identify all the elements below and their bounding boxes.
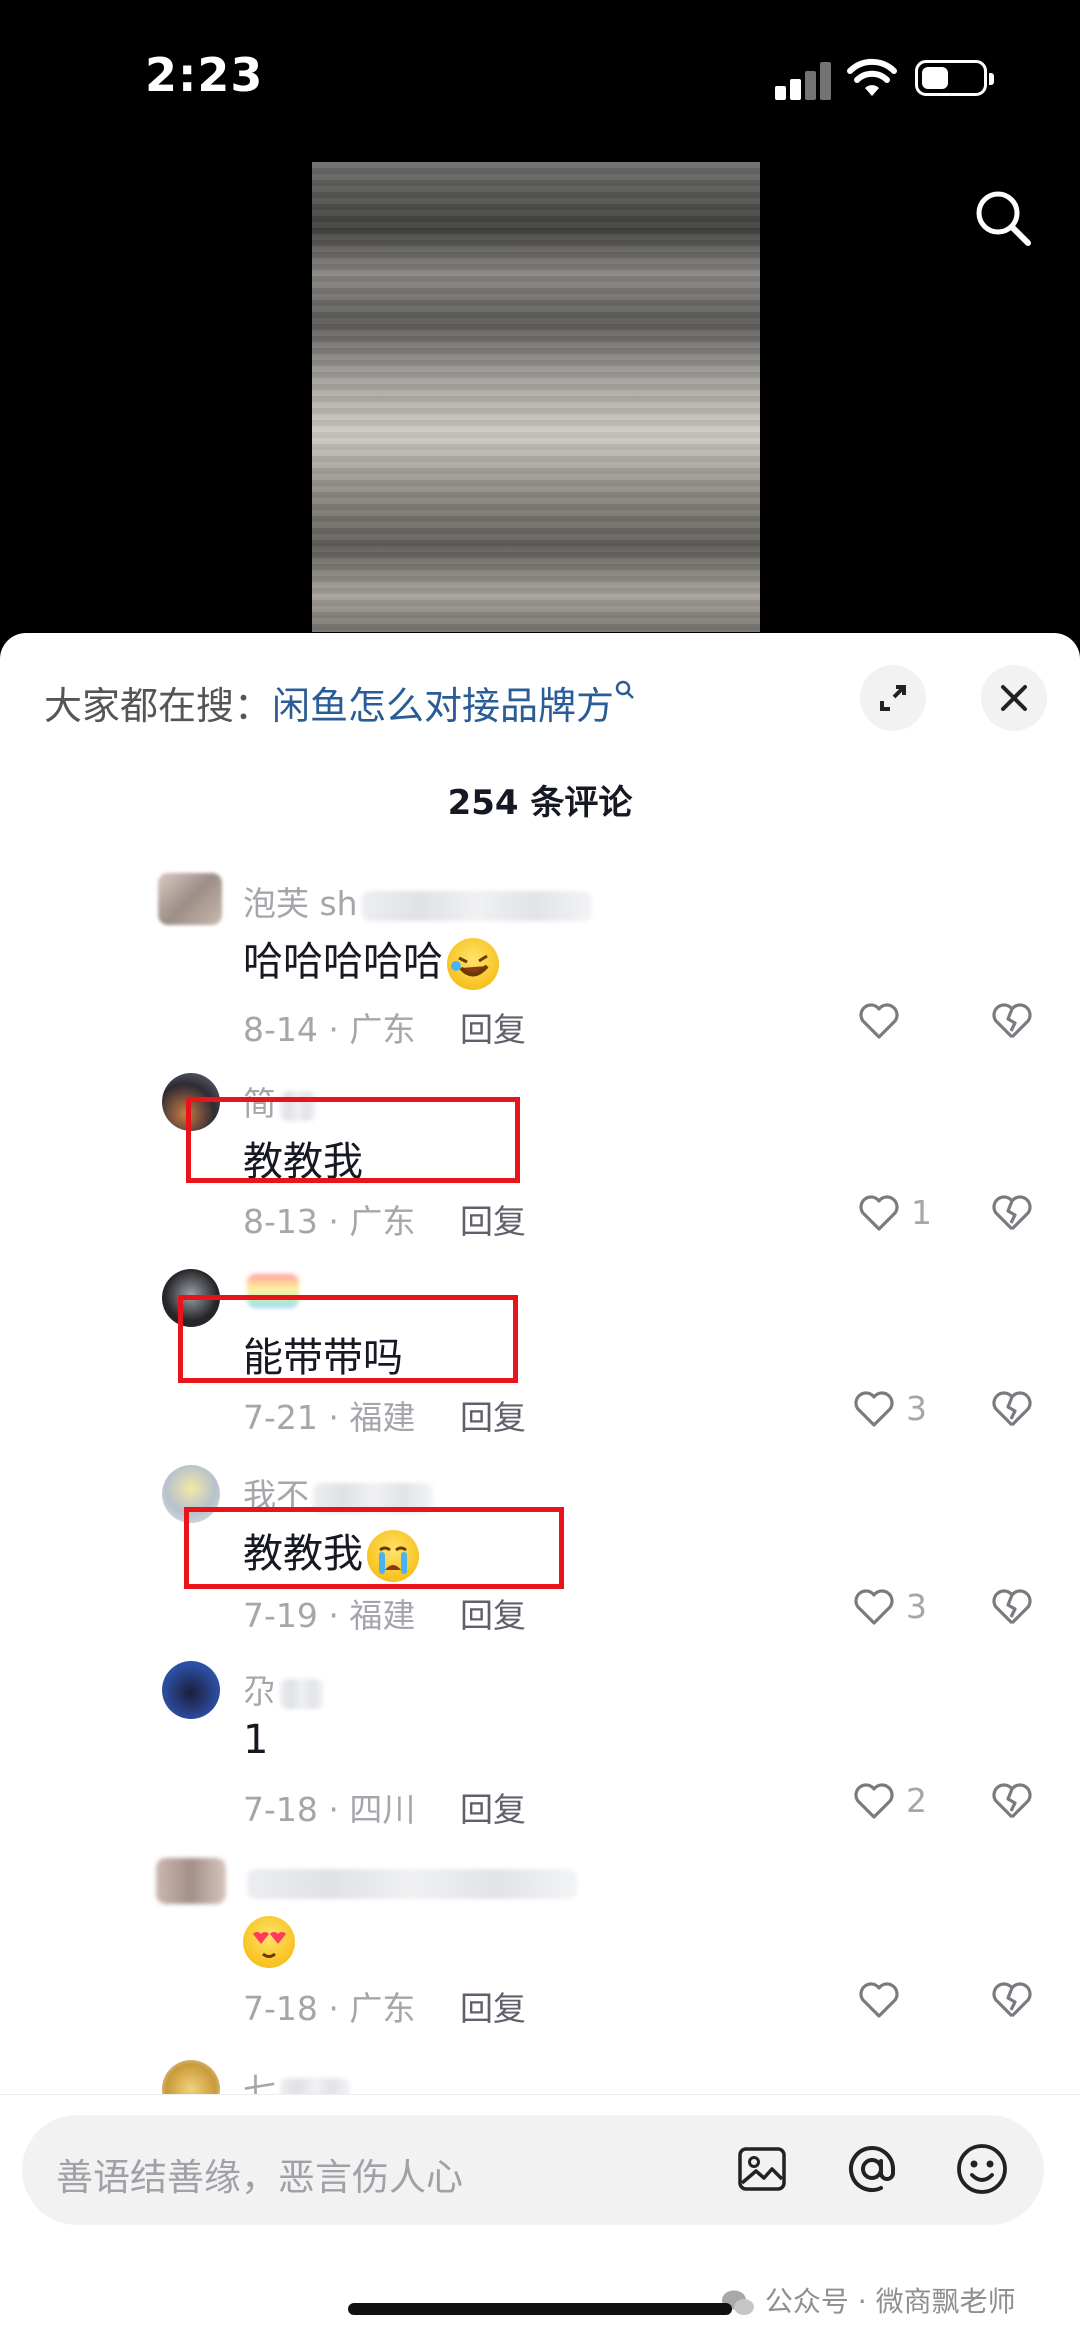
- expand-icon: [880, 685, 906, 711]
- comment-meta: 7-18 · 四川: [243, 1790, 416, 1829]
- comment-count: 254 条评论: [447, 783, 633, 823]
- status-time: 2:23: [145, 48, 264, 102]
- heart-icon: [859, 1003, 899, 1039]
- highlight-box: [178, 1295, 518, 1383]
- watermark-text: 公众号 · 微商飘老师: [764, 2285, 1016, 2318]
- like-button[interactable]: 2: [850, 1777, 960, 1827]
- suggestion-query[interactable]: 闲鱼怎么对接品牌方: [272, 684, 614, 728]
- video-frame-blurred[interactable]: [312, 162, 760, 632]
- comment-username[interactable]: 尕: [243, 1665, 324, 1713]
- heart-icon: [854, 1391, 894, 1427]
- comment-username[interactable]: 泡芙 sh: [243, 877, 592, 925]
- comment-text: 哈哈哈哈哈: [243, 929, 499, 990]
- broken-heart-icon[interactable]: [988, 1189, 1036, 1237]
- rofl-emoji-icon: [447, 938, 499, 990]
- reply-button[interactable]: 回复: [460, 1003, 526, 1051]
- like-count: 1: [911, 1193, 932, 1232]
- reply-button[interactable]: 回复: [460, 1195, 526, 1243]
- wifi-icon: [847, 58, 897, 96]
- avatar[interactable]: [156, 1858, 226, 1904]
- highlight-box: [186, 1097, 520, 1183]
- like-count: 2: [906, 1781, 927, 1820]
- heart-icon: [854, 1589, 894, 1625]
- like-count: 3: [906, 1389, 927, 1428]
- suggestion-prefix: 大家都在搜：: [44, 684, 273, 728]
- comment-meta: 7-18 · 广东: [243, 1989, 416, 2028]
- avatar[interactable]: [158, 873, 222, 925]
- like-button[interactable]: 3: [850, 1385, 960, 1435]
- battery-icon: [915, 60, 994, 96]
- broken-heart-icon[interactable]: [988, 1777, 1036, 1825]
- close-button[interactable]: [981, 665, 1047, 731]
- emoji-icon[interactable]: [954, 2141, 1010, 2197]
- comment-sheet: 大家都在搜：闲鱼怎么对接品牌方 254 条评论 泡芙 sh 哈哈哈哈哈 8-14…: [0, 633, 1080, 2341]
- heart-eyes-emoji-icon: [243, 1916, 295, 1968]
- reply-button[interactable]: 回复: [460, 1783, 526, 1831]
- broken-heart-icon[interactable]: [988, 1385, 1036, 1433]
- image-icon[interactable]: [734, 2141, 790, 2197]
- watermark: 公众号 · 微商飘老师: [720, 2280, 1016, 2320]
- highlight-box: [184, 1507, 564, 1589]
- comment-meta: 8-13 · 广东: [243, 1202, 416, 1241]
- avatar[interactable]: [162, 1661, 220, 1719]
- reply-button[interactable]: 回复: [460, 1982, 526, 2030]
- heart-icon: [859, 1982, 899, 2018]
- close-icon: [1001, 685, 1027, 711]
- broken-heart-icon[interactable]: [988, 997, 1036, 1045]
- like-count: 3: [906, 1587, 927, 1626]
- comment-meta: 7-21 · 福建: [243, 1398, 416, 1437]
- comment-meta: 7-19 · 福建: [243, 1596, 416, 1635]
- comment-input[interactable]: 善语结善缘，恶言伤人心: [22, 2115, 1044, 2225]
- cellular-signal-icon: [775, 60, 833, 100]
- at-icon[interactable]: [844, 2141, 900, 2197]
- heart-icon: [854, 1783, 894, 1819]
- like-button[interactable]: 3: [850, 1583, 960, 1633]
- reply-button[interactable]: 回复: [460, 1391, 526, 1439]
- small-search-icon: [615, 680, 634, 699]
- input-placeholder: 善语结善缘，恶言伤人心: [56, 2156, 463, 2199]
- expand-button[interactable]: [860, 665, 926, 731]
- comment-username[interactable]: [243, 1862, 577, 1901]
- search-icon[interactable]: [970, 185, 1036, 251]
- search-suggestion[interactable]: 大家都在搜：闲鱼怎么对接品牌方: [44, 675, 636, 730]
- comment-text: 1: [243, 1717, 269, 1763]
- home-indicator[interactable]: [348, 2303, 732, 2315]
- heart-icon: [859, 1195, 899, 1231]
- like-button[interactable]: 1: [855, 1189, 965, 1239]
- like-button[interactable]: [855, 1976, 965, 2026]
- status-bar: 2:23: [0, 0, 1080, 150]
- like-button[interactable]: [855, 997, 965, 1047]
- comment-text: [243, 1916, 295, 1968]
- broken-heart-icon[interactable]: [988, 1976, 1036, 2024]
- comment-meta: 8-14 · 广东: [243, 1010, 416, 1049]
- broken-heart-icon[interactable]: [988, 1583, 1036, 1631]
- reply-button[interactable]: 回复: [460, 1589, 526, 1637]
